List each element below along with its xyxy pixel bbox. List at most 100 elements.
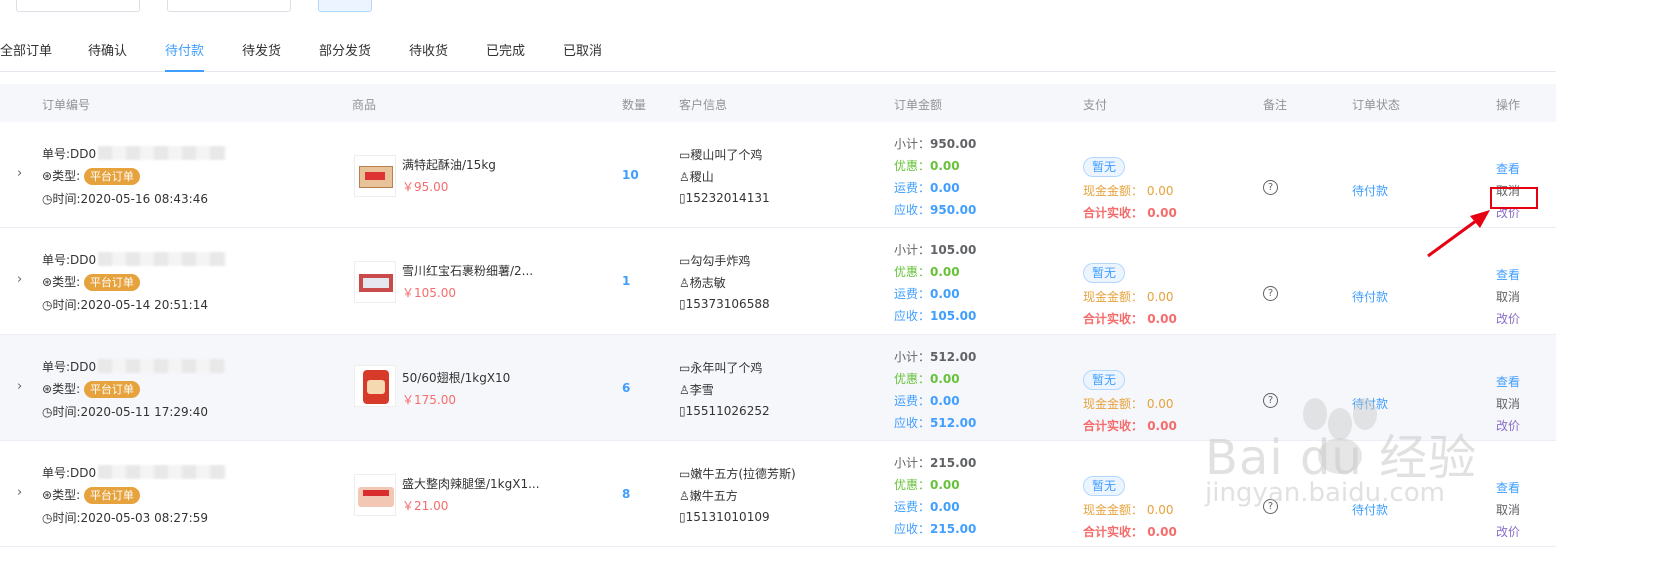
discount-value: 0.00 <box>930 265 960 279</box>
tab-to-ship[interactable]: 待发货 <box>242 44 281 72</box>
change-price-link[interactable]: 改价 <box>1496 523 1520 540</box>
tab-completed[interactable]: 已完成 <box>486 44 525 72</box>
shipping-value: 0.00 <box>930 181 960 195</box>
receivable-value: 215.00 <box>930 522 977 536</box>
type-icon: ⊛ <box>42 382 53 396</box>
type-icon: ⊛ <box>42 488 53 502</box>
filter-input-1[interactable] <box>16 0 140 12</box>
receivable-value: 950.00 <box>930 203 977 217</box>
clock-icon: ◷ <box>42 192 53 206</box>
remark-help-icon[interactable]: ? <box>1263 180 1278 195</box>
col-remark: 备注 <box>1263 98 1288 112</box>
order-no: 单号:DD0 <box>42 147 97 161</box>
discount-label: 优惠： <box>894 159 931 173</box>
filter-input-2[interactable] <box>167 0 291 12</box>
view-link[interactable]: 查看 <box>1496 160 1520 177</box>
subtotal-value: 950.00 <box>930 137 977 151</box>
subtotal: 小计：215.00 <box>894 454 976 471</box>
order-time: ◷时间:2020-05-11 17:29:40 <box>42 403 208 420</box>
redacted-order-no <box>98 465 226 479</box>
discount-value: 0.00 <box>930 372 960 386</box>
redacted-order-no <box>98 146 226 160</box>
quantity: 6 <box>622 381 631 395</box>
expand-chevron-icon[interactable]: › <box>17 379 22 394</box>
product-thumbnail <box>354 474 396 516</box>
cash-amount: 现金金额： 0.00 <box>1083 395 1174 412</box>
view-link[interactable]: 查看 <box>1496 373 1520 390</box>
product-name: 雪川红宝石裹粉细薯/2... <box>402 264 534 278</box>
tab-unpaid[interactable]: 待付款 <box>165 44 205 72</box>
shop-icon: ▭ <box>679 254 691 268</box>
view-link[interactable]: 查看 <box>1496 266 1520 283</box>
watermark-subtext: jingyan.baidu.com <box>1205 478 1445 508</box>
customer-contact: ♙杨志敏 <box>679 274 726 291</box>
discount-value: 0.00 <box>930 159 960 173</box>
order-status: 待付款 <box>1352 290 1389 304</box>
view-link[interactable]: 查看 <box>1496 479 1520 496</box>
shop-icon: ▭ <box>679 148 691 162</box>
subtotal-label: 小计： <box>894 243 931 257</box>
change-price-link[interactable]: 改价 <box>1496 417 1520 434</box>
customer-shop-name: 嫩牛五方(拉德芳斯) <box>690 467 796 481</box>
total-received-label: 合计实收： <box>1083 525 1144 539</box>
platform-order-badge: 平台订单 <box>83 487 140 504</box>
customer-contact-name: 稷山 <box>689 170 714 184</box>
total-received-value: 0.00 <box>1147 525 1177 539</box>
order-time-text: 时间:2020-05-03 08:27:59 <box>52 511 208 525</box>
tab-to-confirm[interactable]: 待确认 <box>88 44 127 72</box>
cash-value: 0.00 <box>1146 397 1174 411</box>
customer-shop: ▭嫩牛五方(拉德芳斯) <box>679 465 796 482</box>
total-received-label: 合计实收： <box>1083 419 1144 433</box>
tab-all-orders[interactable]: 全部订单 <box>0 44 52 72</box>
cancel-link[interactable]: 取消 <box>1496 395 1520 412</box>
expand-chevron-icon[interactable]: › <box>17 485 22 500</box>
order-status-tabs: 全部订单 待确认 待付款 待发货 部分发货 待收货 已完成 已取消 <box>0 44 1556 72</box>
order-status: 待付款 <box>1352 397 1389 411</box>
total-received-label: 合计实收： <box>1083 206 1144 220</box>
shipping-fee: 运费：0.00 <box>894 285 960 302</box>
col-product: 商品 <box>352 98 377 112</box>
tab-cancelled[interactable]: 已取消 <box>563 44 602 72</box>
tab-to-receive[interactable]: 待收货 <box>409 44 448 72</box>
discount-label: 优惠： <box>894 372 931 386</box>
product-name: 满特起酥油/15kg <box>402 158 496 172</box>
phone-icon: ▯ <box>679 191 686 205</box>
search-button[interactable] <box>318 0 372 12</box>
shipping-label: 运费： <box>894 287 931 301</box>
cancel-link[interactable]: 取消 <box>1496 501 1520 518</box>
subtotal-label: 小计： <box>894 350 931 364</box>
customer-shop: ▭稷山叫了个鸡 <box>679 146 762 163</box>
expand-chevron-icon[interactable]: › <box>17 272 22 287</box>
redacted-order-no <box>98 252 226 266</box>
cash-amount: 现金金额： 0.00 <box>1083 501 1174 518</box>
filter-bar <box>0 0 1666 14</box>
expand-chevron-icon[interactable]: › <box>17 166 22 181</box>
total-received-value: 0.00 <box>1147 419 1177 433</box>
subtotal-label: 小计： <box>894 456 931 470</box>
subtotal-value: 215.00 <box>930 456 977 470</box>
change-price-link[interactable]: 改价 <box>1496 310 1520 327</box>
customer-contact-name: 嫩牛五方 <box>689 489 738 503</box>
order-time: ◷时间:2020-05-14 20:51:14 <box>42 296 208 313</box>
product-thumbnail <box>354 155 396 197</box>
clock-icon: ◷ <box>42 298 53 312</box>
col-order-no: 订单编号 <box>42 98 91 112</box>
total-received-value: 0.00 <box>1147 312 1177 326</box>
subtotal: 小计：950.00 <box>894 135 976 152</box>
col-qty: 数量 <box>622 98 647 112</box>
order-time-text: 时间:2020-05-14 20:51:14 <box>52 298 208 312</box>
remark-help-icon[interactable]: ? <box>1263 393 1278 408</box>
redacted-order-no <box>98 359 226 373</box>
cash-amount: 现金金额： 0.00 <box>1083 288 1174 305</box>
phone-icon: ▯ <box>679 510 686 524</box>
customer-shop: ▭永年叫了个鸡 <box>679 359 762 376</box>
shop-icon: ▭ <box>679 361 691 375</box>
cancel-link[interactable]: 取消 <box>1496 288 1520 305</box>
quantity: 10 <box>622 168 639 182</box>
tab-partial-shipped[interactable]: 部分发货 <box>319 44 371 72</box>
order-status: 待付款 <box>1352 184 1389 198</box>
total-received: 合计实收： 0.00 <box>1083 204 1177 221</box>
phone-icon: ▯ <box>679 297 686 311</box>
remark-help-icon[interactable]: ? <box>1263 286 1278 301</box>
col-customer: 客户信息 <box>679 98 728 112</box>
